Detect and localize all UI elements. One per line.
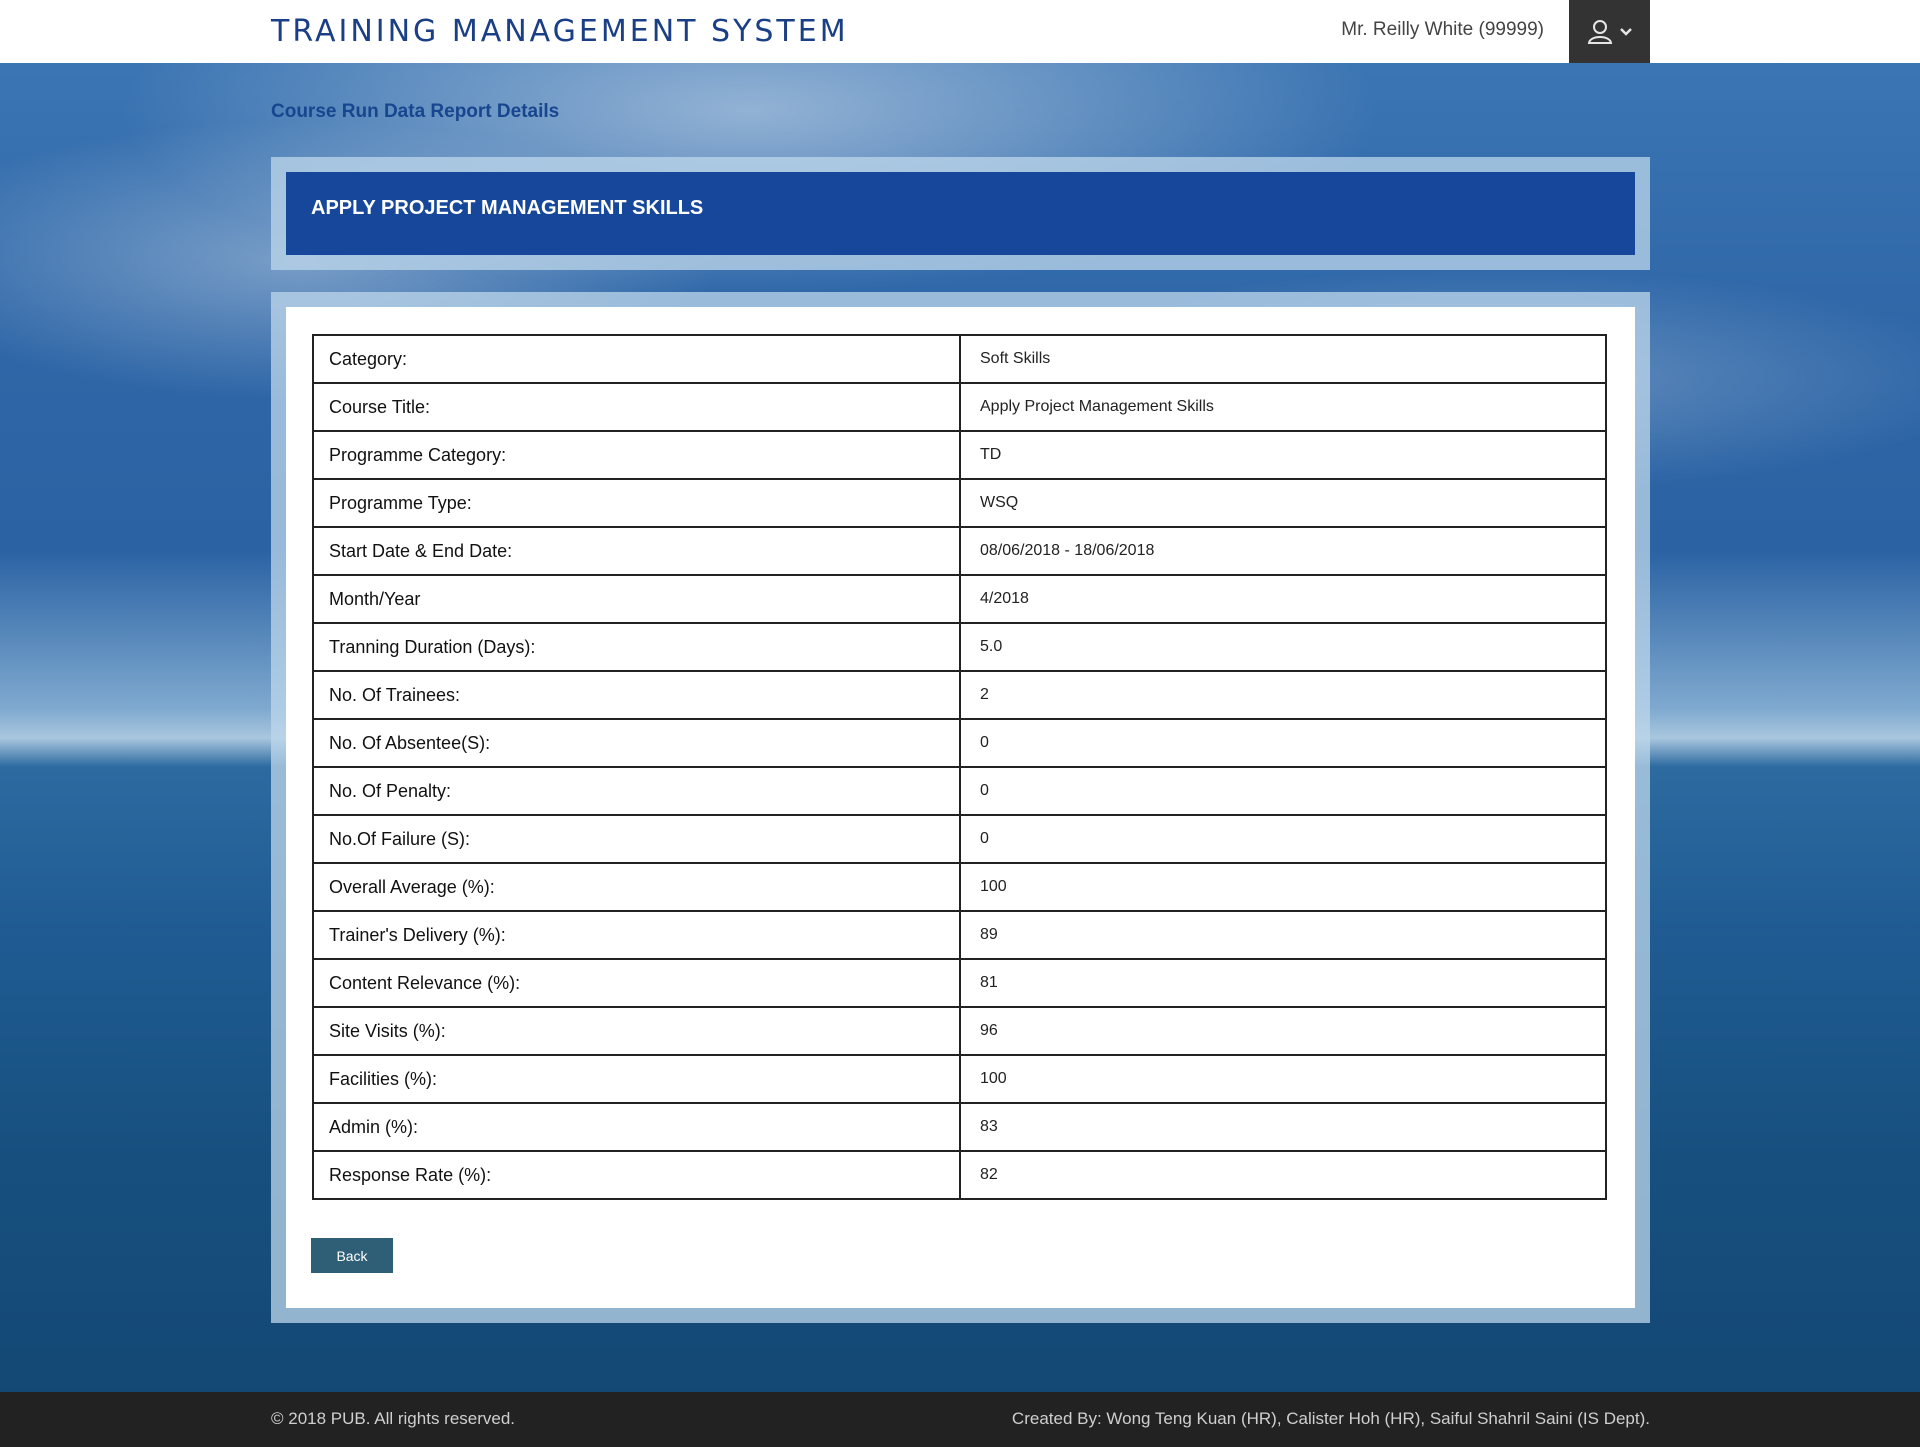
user-name: Mr. Reilly White (99999) bbox=[1341, 19, 1544, 40]
table-row: No. Of Penalty: 0 bbox=[312, 766, 1607, 816]
row-value: WSQ bbox=[959, 478, 1607, 528]
row-label: Course Title: bbox=[312, 382, 961, 432]
table-row: Site Visits (%): 96 bbox=[312, 1006, 1607, 1056]
table-row: Tranning Duration (Days): 5.0 bbox=[312, 622, 1607, 672]
row-value: 5.0 bbox=[959, 622, 1607, 672]
row-value: 89 bbox=[959, 910, 1607, 960]
row-label: Trainer's Delivery (%): bbox=[312, 910, 961, 960]
row-label: Facilities (%): bbox=[312, 1054, 961, 1104]
course-heading-panel: APPLY PROJECT MANAGEMENT SKILLS bbox=[271, 157, 1650, 270]
row-label: Admin (%): bbox=[312, 1102, 961, 1152]
row-value: 0 bbox=[959, 814, 1607, 864]
row-value: 08/06/2018 - 18/06/2018 bbox=[959, 526, 1607, 576]
row-label: Overall Average (%): bbox=[312, 862, 961, 912]
row-value: 4/2018 bbox=[959, 574, 1607, 624]
table-row: No.Of Failure (S): 0 bbox=[312, 814, 1607, 864]
table-row: Programme Type: WSQ bbox=[312, 478, 1607, 528]
table-row: Category: Soft Skills bbox=[312, 334, 1607, 384]
credits-text: Created By: Wong Teng Kuan (HR), Caliste… bbox=[1011, 1409, 1650, 1428]
page-title: Course Run Data Report Details bbox=[271, 101, 560, 122]
row-label: Start Date & End Date: bbox=[312, 526, 961, 576]
row-label: Programme Category: bbox=[312, 430, 961, 480]
course-heading-bar: APPLY PROJECT MANAGEMENT SKILLS bbox=[286, 172, 1635, 255]
row-label: No. Of Absentee(S): bbox=[312, 718, 961, 768]
table-row: Overall Average (%): 100 bbox=[312, 862, 1607, 912]
row-value: 100 bbox=[959, 1054, 1607, 1104]
row-label: Month/Year bbox=[312, 574, 961, 624]
row-label: No. Of Trainees: bbox=[312, 670, 961, 720]
table-row: No. Of Trainees: 2 bbox=[312, 670, 1607, 720]
row-value: Apply Project Management Skills bbox=[959, 382, 1607, 432]
table-row: Month/Year 4/2018 bbox=[312, 574, 1607, 624]
table-row: Programme Category: TD bbox=[312, 430, 1607, 480]
row-value: Soft Skills bbox=[959, 334, 1607, 384]
table-row: Admin (%): 83 bbox=[312, 1102, 1607, 1152]
row-label: Tranning Duration (Days): bbox=[312, 622, 961, 672]
row-label: Response Rate (%): bbox=[312, 1150, 961, 1200]
user-icon bbox=[1587, 19, 1613, 45]
row-value: 100 bbox=[959, 862, 1607, 912]
table-row: Content Relevance (%): 81 bbox=[312, 958, 1607, 1008]
footer: © 2018 PUB. All rights reserved. Created… bbox=[0, 1392, 1920, 1447]
report-table: Category: Soft Skills Course Title: Apply P… bbox=[312, 334, 1607, 1200]
row-value: 0 bbox=[959, 766, 1607, 816]
row-label: No.Of Failure (S): bbox=[312, 814, 961, 864]
table-row: Start Date & End Date: 08/06/2018 - 18/06… bbox=[312, 526, 1607, 576]
row-label: Category: bbox=[312, 334, 961, 384]
table-row: Response Rate (%): 82 bbox=[312, 1150, 1607, 1200]
course-heading: APPLY PROJECT MANAGEMENT SKILLS bbox=[311, 197, 704, 219]
table-row: No. Of Absentee(S): 0 bbox=[312, 718, 1607, 768]
table-row: Trainer's Delivery (%): 89 bbox=[312, 910, 1607, 960]
back-button[interactable]: Back bbox=[311, 1238, 393, 1273]
app-title: TRAINING MANAGEMENT SYSTEM bbox=[271, 14, 849, 49]
row-label: Content Relevance (%): bbox=[312, 958, 961, 1008]
row-value: 82 bbox=[959, 1150, 1607, 1200]
top-navbar: TRAINING MANAGEMENT SYSTEM Mr. Reilly Wh… bbox=[0, 0, 1920, 63]
report-panel: Category: Soft Skills Course Title: Apply P… bbox=[271, 292, 1650, 1323]
row-label: No. Of Penalty: bbox=[312, 766, 961, 816]
copyright-text: © 2018 PUB. All rights reserved. bbox=[271, 1409, 516, 1428]
row-label: Site Visits (%): bbox=[312, 1006, 961, 1056]
row-value: TD bbox=[959, 430, 1607, 480]
row-value: 83 bbox=[959, 1102, 1607, 1152]
row-label: Programme Type: bbox=[312, 478, 961, 528]
row-value: 81 bbox=[959, 958, 1607, 1008]
row-value: 2 bbox=[959, 670, 1607, 720]
user-menu-button[interactable] bbox=[1569, 0, 1650, 63]
chevron-down-icon bbox=[1619, 27, 1633, 37]
row-value: 96 bbox=[959, 1006, 1607, 1056]
row-value: 0 bbox=[959, 718, 1607, 768]
table-row: Facilities (%): 100 bbox=[312, 1054, 1607, 1104]
report-card: Category: Soft Skills Course Title: Apply P… bbox=[286, 307, 1635, 1308]
table-row: Course Title: Apply Project Management Sk… bbox=[312, 382, 1607, 432]
